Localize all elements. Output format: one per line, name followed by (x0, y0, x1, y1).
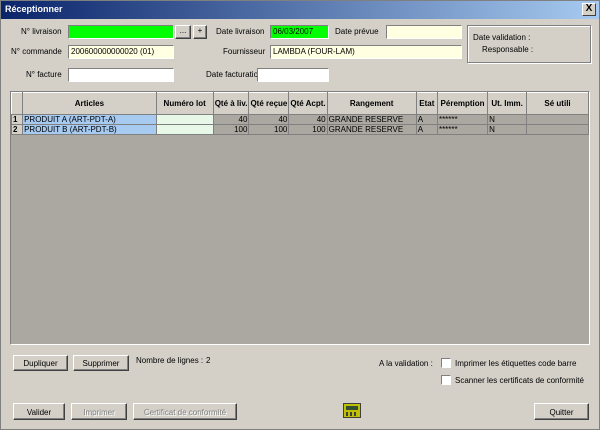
col-header-rangement[interactable]: Rangement (326, 92, 417, 115)
table-row[interactable]: 1 PRODUIT A (ART-PDT-A) 40 40 40 GRANDE … (11, 114, 589, 125)
commande-field[interactable]: 200600000000020 (01) (68, 45, 174, 59)
date-prevue-field[interactable] (386, 25, 462, 39)
col-header-qte-acpt[interactable]: Qté Acpt. (288, 92, 328, 115)
nb-lignes-label: Nombre de lignes : (136, 356, 204, 365)
cell-qte-acpt[interactable]: 40 (288, 114, 328, 125)
cell-qte-liv[interactable]: 40 (212, 114, 250, 125)
col-header-articles[interactable]: Articles (22, 92, 157, 115)
table-row[interactable]: 2 PRODUIT B (ART-PDT-B) 100 100 100 GRAN… (11, 124, 589, 135)
col-header-peremption[interactable]: Péremption (436, 92, 489, 115)
cell-qte-acpt[interactable]: 100 (288, 124, 328, 135)
articles-table: Articles Numéro lot Qté à liv. Qté reçue… (11, 92, 589, 135)
cell-article[interactable]: PRODUIT A (ART-PDT-A) (22, 114, 157, 125)
col-header-row[interactable] (11, 92, 24, 115)
reception-window: Réceptionner X N° livraison ... + N° com… (0, 0, 600, 430)
date-facturation-field[interactable] (257, 68, 329, 82)
cell-se-utili[interactable] (526, 114, 589, 125)
cell-qte-recue[interactable]: 40 (248, 114, 290, 125)
browse-button[interactable]: ... (175, 25, 191, 39)
col-header-ut-imm[interactable]: Ut. Imm. (487, 92, 528, 115)
title-bar: Réceptionner X (1, 1, 599, 19)
cell-lot[interactable] (155, 114, 214, 125)
commande-label: N° commande (11, 47, 62, 56)
cell-se-utili[interactable] (526, 124, 589, 135)
cell-ut-imm[interactable]: N (487, 124, 528, 135)
cell-peremption[interactable]: ****** (436, 114, 489, 125)
close-button[interactable]: X (582, 3, 596, 16)
cell-qte-recue[interactable]: 100 (248, 124, 290, 135)
cell-qte-liv[interactable]: 100 (212, 124, 250, 135)
date-prevue-label: Date prévue (335, 27, 379, 36)
validation-group (467, 25, 591, 63)
col-header-etat[interactable]: Etat (415, 92, 438, 115)
date-livraison-label: Date livraison (216, 27, 265, 36)
fournisseur-field[interactable]: LAMBDA (FOUR-LAM) (270, 45, 462, 59)
facture-field[interactable] (68, 68, 174, 82)
cell-etat[interactable]: A (415, 114, 438, 125)
scanner-certificats-checkbox[interactable] (441, 375, 451, 385)
fournisseur-label: Fournisseur (223, 47, 266, 56)
articles-grid[interactable]: Articles Numéro lot Qté à liv. Qté reçue… (10, 91, 590, 345)
supprimer-button[interactable]: Supprimer (73, 355, 129, 371)
cell-ut-imm[interactable]: N (487, 114, 528, 125)
livraison-field[interactable] (68, 25, 174, 39)
row-number[interactable]: 2 (11, 124, 24, 135)
calculator-icon[interactable] (343, 403, 361, 418)
nb-lignes-value: 2 (206, 356, 211, 365)
cell-peremption[interactable]: ****** (436, 124, 489, 135)
livraison-label: N° livraison (21, 27, 62, 36)
window-title: Réceptionner (5, 4, 63, 14)
cell-article[interactable]: PRODUIT B (ART-PDT-B) (22, 124, 157, 135)
cell-rangement[interactable]: GRANDE RESERVE (326, 114, 417, 125)
imprimer-etiquettes-label[interactable]: Imprimer les étiquettes code barre (455, 359, 576, 368)
certificat-button[interactable]: Certificat de conformité (133, 403, 237, 420)
imprimer-etiquettes-checkbox[interactable] (441, 358, 451, 368)
row-number[interactable]: 1 (11, 114, 24, 125)
imprimer-button[interactable]: Imprimer (71, 403, 127, 420)
add-button[interactable]: + (193, 25, 207, 39)
a-la-validation-label: A la validation : (379, 359, 433, 368)
facture-label: N° facture (26, 70, 62, 79)
cell-lot[interactable] (155, 124, 214, 135)
date-livraison-field[interactable]: 06/03/2007 (270, 25, 329, 39)
valider-button[interactable]: Valider (13, 403, 65, 420)
col-header-qte-recue[interactable]: Qté reçue (248, 92, 290, 115)
col-header-lot[interactable]: Numéro lot (155, 92, 214, 115)
quitter-button[interactable]: Quitter (534, 403, 589, 420)
responsable-label: Responsable : (482, 45, 534, 54)
col-header-se-utili[interactable]: Sé utili (526, 92, 589, 115)
cell-etat[interactable]: A (415, 124, 438, 135)
date-validation-label: Date validation : (473, 33, 531, 42)
date-facturation-label: Date facturation (206, 70, 263, 79)
scanner-certificats-label[interactable]: Scanner les certificats de conformité (455, 376, 584, 385)
col-header-qte-liv[interactable]: Qté à liv. (212, 92, 250, 115)
cell-rangement[interactable]: GRANDE RESERVE (326, 124, 417, 135)
dupliquer-button[interactable]: Dupliquer (13, 355, 68, 371)
